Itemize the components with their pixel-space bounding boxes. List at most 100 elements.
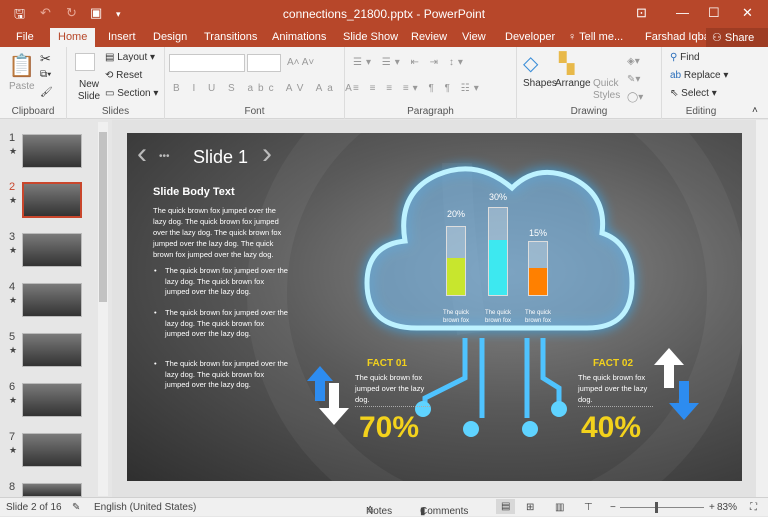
divider [578, 406, 653, 407]
drawing-label: Drawing [570, 106, 608, 117]
quick-styles-button[interactable]: Quick Styles [593, 78, 623, 102]
fact-percent: 70% [359, 411, 420, 444]
font-format-icons[interactable]: B I U S abc AV Aa A [173, 83, 357, 94]
bar-value-label: 20% [446, 209, 465, 219]
select-button[interactable]: ⇖ Select ▾ [670, 88, 717, 99]
normal-view-icon[interactable]: ▤ [496, 499, 516, 514]
arrange-icon[interactable]: ▚ [559, 51, 574, 76]
bullet-item: The quick brown fox jumped over the lazy… [153, 359, 288, 391]
thumbnail-slide-6[interactable] [22, 383, 82, 417]
shapes-button[interactable]: Shapes [523, 78, 557, 89]
animation-star-icon: ★ [9, 146, 18, 156]
slide-canvas[interactable]: ‹ ••• › Slide 1 Slide Body Text The quic… [127, 133, 742, 481]
zoom-slider[interactable] [620, 502, 704, 513]
paste-icon[interactable]: 📋 [8, 53, 35, 79]
bar-fill [529, 267, 547, 295]
tab-design[interactable]: Design [153, 31, 187, 43]
zoom-out-button[interactable]: − [610, 502, 616, 513]
thumbnail-slide-8[interactable] [22, 483, 82, 497]
reading-view-icon[interactable]: ▥ [555, 502, 564, 513]
maximize-icon[interactable]: ☐ [708, 5, 720, 21]
share-label: Share [724, 32, 755, 44]
layout-button[interactable]: ▤ Layout ▾ [105, 52, 155, 63]
replace-button[interactable]: ab Replace ▾ [670, 70, 728, 81]
bar-caption: The quick brown fox [442, 310, 469, 324]
fact-text: The quick brown fox jumped over the lazy… [578, 373, 648, 404]
close-icon[interactable]: ✕ [742, 5, 753, 21]
thumbnail-number: 5 [9, 331, 16, 343]
animation-star-icon: ★ [9, 295, 18, 305]
tab-animations[interactable]: Animations [272, 31, 326, 43]
bar-container [528, 241, 548, 296]
shape-format-icons[interactable]: ◈▾ ✎▾ ◯▾ [627, 53, 643, 107]
thumbnail-slide-1[interactable] [22, 134, 82, 168]
share-button[interactable]: ⚇ Share [706, 28, 768, 47]
scrollbar-thumb[interactable] [99, 132, 107, 302]
tab-home[interactable]: Home [50, 28, 96, 47]
bar-container [446, 226, 466, 296]
editor-scrollbar[interactable] [756, 120, 768, 497]
cut-icon[interactable]: ✂ [40, 51, 51, 67]
new-slide-icon[interactable] [75, 53, 95, 71]
thumbnail-number: 3 [9, 231, 16, 243]
reset-button[interactable]: ⟲ Reset [105, 70, 142, 81]
tell-me-search[interactable]: ♀ Tell me... [568, 31, 623, 43]
bar-value-label: 15% [528, 228, 547, 238]
ribbon-display-icon[interactable]: ⊡ [636, 5, 647, 21]
slideshow-view-icon[interactable]: ⊤ [584, 502, 593, 513]
thumbnail-slide-3[interactable] [22, 233, 82, 267]
person-icon: ⚇ [712, 32, 725, 44]
find-button[interactable]: ⚲ Find [670, 52, 700, 63]
fit-to-window-icon[interactable]: ⛶ [750, 502, 757, 513]
tab-slide-show[interactable]: Slide Show [343, 31, 398, 43]
font-name-input[interactable] [169, 54, 245, 72]
zoom-level[interactable]: 83% [717, 502, 737, 513]
font-size-input[interactable] [247, 54, 281, 72]
tab-review[interactable]: Review [411, 31, 447, 43]
slide-heading: Slide Body Text [153, 186, 235, 198]
font-group: A˄ A˅ B I U S abc AV Aa A Font [165, 47, 352, 119]
fact-text: The quick brown fox jumped over the lazy… [355, 373, 425, 404]
arrange-button[interactable]: Arrange [555, 78, 591, 89]
editing-label: Editing [685, 106, 717, 117]
collapse-ribbon-icon[interactable]: ˄ [752, 105, 758, 116]
list-icons[interactable]: ☰▾ ☰▾ ⇤ ⇥ ↕▾ [353, 57, 467, 68]
user-name[interactable]: Farshad Iqbal [645, 31, 712, 43]
spell-check-icon[interactable]: ✎ [72, 502, 80, 513]
tab-insert[interactable]: Insert [108, 31, 136, 43]
thumbnail-slide-2[interactable] [22, 182, 82, 218]
grow-font-icon[interactable]: A˄ A˅ [287, 57, 314, 68]
paragraph-group: ☰▾ ☰▾ ⇤ ⇥ ↕▾ ≡ ≡ ≡ ≡▾ ¶ ¶ ☷▾ Paragraph [345, 47, 517, 119]
language-indicator[interactable]: English (United States) [94, 502, 196, 513]
animation-star-icon: ★ [9, 395, 18, 405]
slides-label: Slides [101, 106, 130, 117]
thumbnail-slide-7[interactable] [22, 433, 82, 467]
section-button[interactable]: ▭ Section ▾ [105, 88, 158, 99]
zoom-in-button[interactable]: + [709, 502, 715, 513]
thumbnail-number: 1 [9, 132, 16, 144]
thumbnail-number: 2 [9, 181, 16, 193]
zoom-slider-thumb[interactable] [654, 502, 658, 513]
thumbnail-slide-5[interactable] [22, 333, 82, 367]
slide-sorter-icon[interactable]: ⊞ [526, 502, 534, 513]
tab-transitions[interactable]: Transitions [204, 31, 257, 43]
bar-caption: The quick brown fox [524, 310, 551, 324]
chevron-left-icon: ‹ [137, 137, 147, 170]
animation-star-icon: ★ [9, 245, 18, 255]
thumbnail-slide-4[interactable] [22, 283, 82, 317]
tab-developer[interactable]: Developer [505, 31, 555, 43]
minimize-icon[interactable]: — [676, 5, 689, 20]
align-icons[interactable]: ≡ ≡ ≡ ≡▾ ¶ ¶ ☷▾ [353, 83, 483, 94]
animation-star-icon: ★ [9, 445, 18, 455]
thumbnails-scrollbar[interactable] [98, 122, 108, 496]
shapes-icon[interactable]: ◇ [523, 51, 538, 76]
format-painter-icon[interactable]: 🖌 [40, 87, 53, 98]
tab-view[interactable]: View [462, 31, 486, 43]
clipboard-label: Clipboard [11, 106, 55, 117]
copy-icon[interactable]: ⧉▾ [40, 69, 51, 80]
paste-button[interactable]: Paste [9, 81, 35, 92]
slide-body-text: The quick brown fox jumped over the lazy… [153, 206, 282, 259]
new-slide-button[interactable]: New Slide [75, 79, 103, 103]
replace-icon: ab [670, 70, 684, 81]
tab-file[interactable]: File [16, 31, 34, 43]
